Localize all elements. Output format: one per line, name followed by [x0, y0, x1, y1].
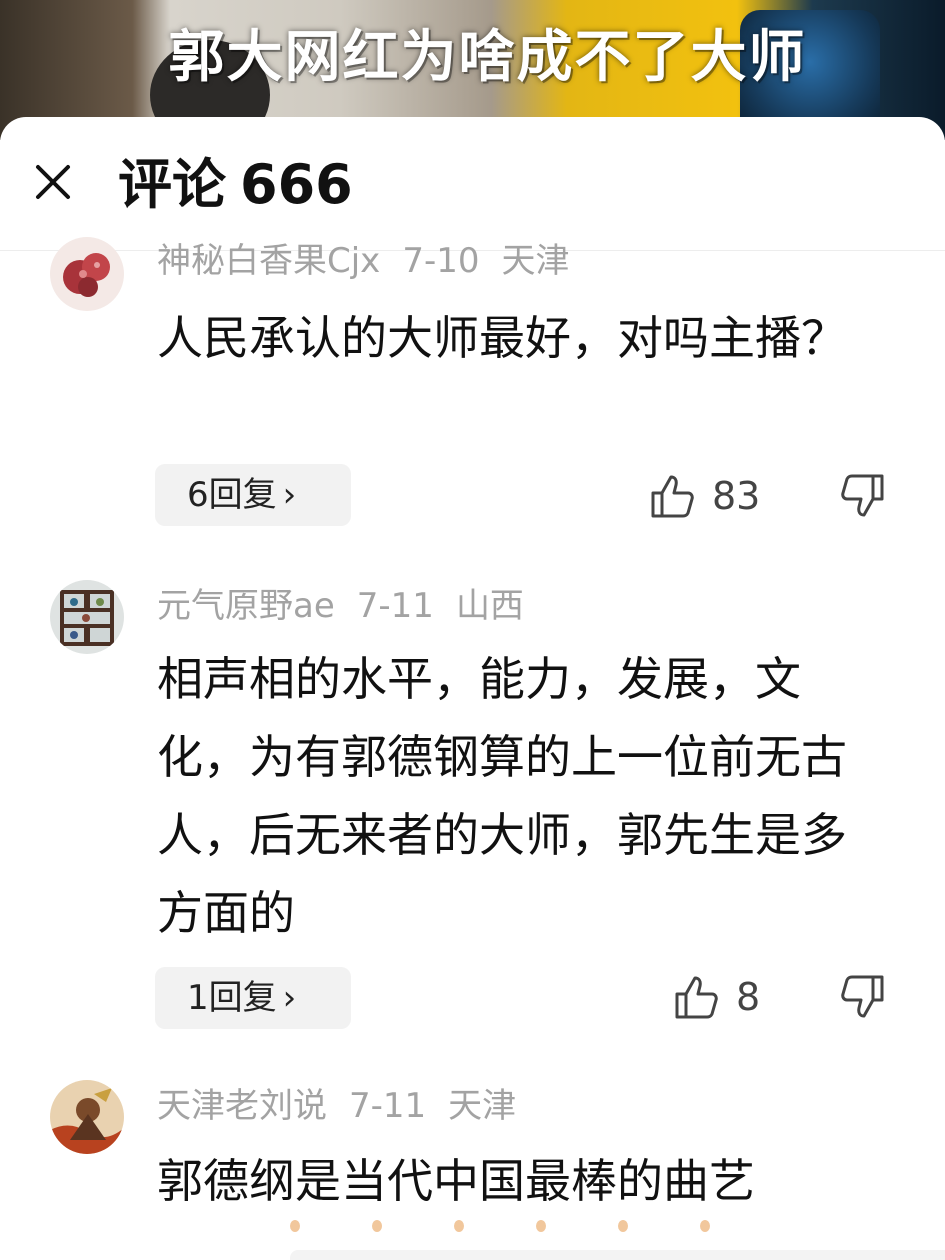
comments-sheet: 评论 666 神秘白香果Cjx 7-10 天津 人民承认的大师最好，对吗主播？ … [0, 117, 945, 1260]
chevron-right-icon: › [282, 978, 297, 1018]
dislike-button[interactable] [837, 471, 887, 521]
user-avatar[interactable] [50, 237, 124, 311]
comment-location: 山西 [455, 586, 524, 626]
view-replies-button[interactable]: 6回复 › [155, 464, 351, 526]
comments-screen: 郭大网红为啥成不了大师 评论 666 神秘白香果Cjx 7-10 天津 人民承认… [0, 0, 945, 1260]
like-button[interactable]: 83 [648, 466, 760, 526]
comment-date: 7-11 [356, 586, 434, 626]
comment-meta: 神秘白香果Cjx 7-10 天津 [157, 239, 591, 283]
comment-count: 666 [240, 153, 353, 216]
close-button[interactable] [26, 155, 80, 209]
loading-dot [290, 1220, 300, 1232]
thumbs-down-icon [841, 975, 884, 1018]
loading-dot [700, 1220, 710, 1232]
warrior-avatar-icon [50, 1080, 124, 1154]
loading-dots [290, 1220, 710, 1234]
dislike-button[interactable] [837, 972, 887, 1022]
close-icon [36, 165, 70, 199]
reply-count-label: 6回复 [187, 475, 277, 515]
loading-dot [454, 1220, 464, 1232]
comment-username[interactable]: 元气原野ae [157, 586, 335, 626]
comment-meta: 天津老刘说 7-11 天津 [157, 1084, 538, 1128]
thumbs-up-icon [651, 475, 694, 518]
user-avatar[interactable] [50, 580, 124, 654]
comment-text: 郭德纲是当代中国最棒的曲艺 [157, 1154, 755, 1208]
view-replies-button[interactable]: 1回复 › [155, 967, 351, 1029]
user-avatar[interactable] [50, 1080, 124, 1154]
sheet-title: 评论 666 [118, 153, 367, 217]
comment-location: 天津 [448, 1086, 517, 1126]
sheet-header: 评论 666 [0, 117, 945, 251]
reply-count-label: 1回复 [187, 978, 277, 1018]
comment-input-bar-edge[interactable] [290, 1250, 945, 1260]
comment-text: 相声相的水平，能力，发展，文化，为有郭德钢算的上一位前无古人，后无来者的大师，郭… [157, 652, 847, 940]
video-caption: 郭大网红为啥成不了大师 [168, 25, 807, 90]
like-button[interactable]: 8 [672, 967, 760, 1027]
loading-dot [618, 1220, 628, 1232]
comment-date: 7-11 [349, 1086, 427, 1126]
thumbs-down-icon [841, 474, 884, 517]
comment-location: 天津 [501, 241, 570, 281]
chevron-right-icon: › [282, 475, 297, 515]
comment-meta: 元气原野ae 7-11 山西 [157, 584, 546, 628]
loading-dot [536, 1220, 546, 1232]
like-count: 8 [736, 975, 761, 1019]
loading-dot [372, 1220, 382, 1232]
red-flower-avatar-icon [50, 237, 124, 311]
like-count: 83 [712, 474, 761, 518]
sheet-title-label: 评论 [118, 153, 226, 216]
comment-date: 7-10 [402, 241, 480, 281]
comment-username[interactable]: 天津老刘说 [157, 1086, 327, 1126]
shelf-avatar-icon [50, 580, 124, 654]
comment-username[interactable]: 神秘白香果Cjx [157, 241, 380, 281]
comment-text: 人民承认的大师最好，对吗主播？ [157, 311, 847, 365]
thumbs-up-icon [675, 976, 718, 1019]
